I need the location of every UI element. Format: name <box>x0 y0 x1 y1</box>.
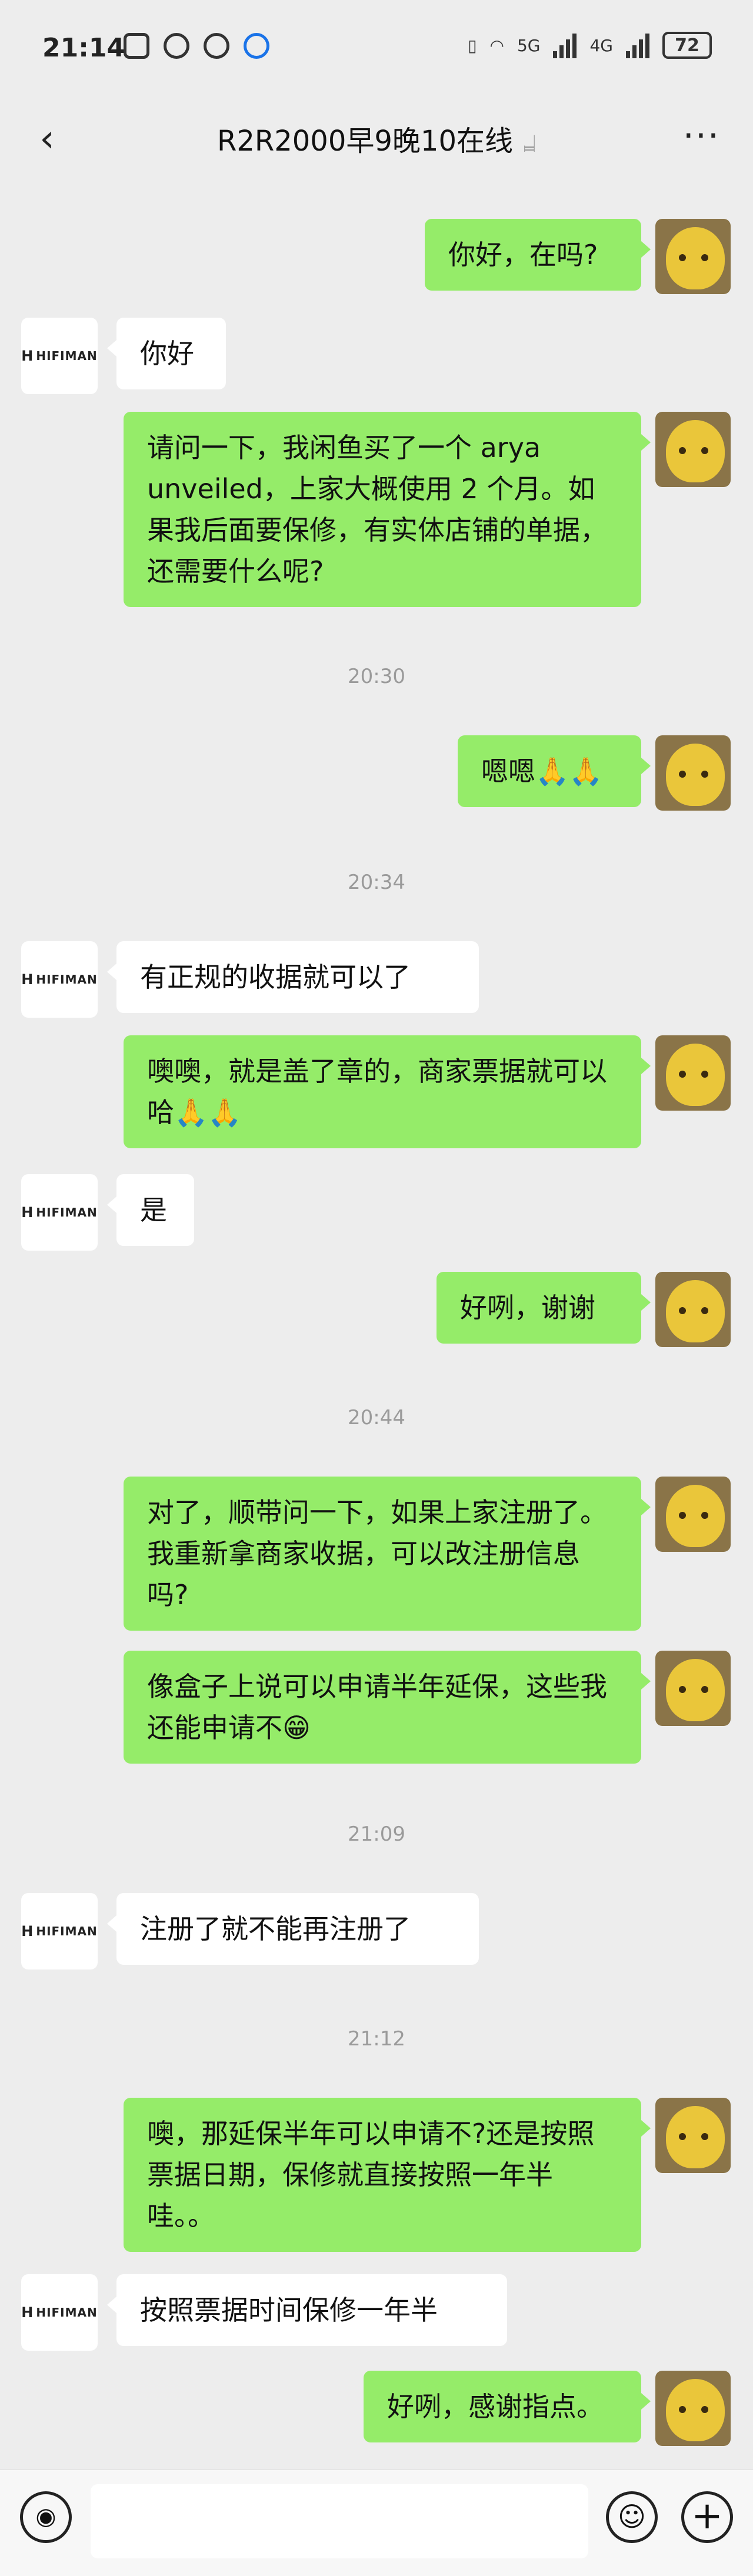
signal-icon-2 <box>626 32 649 58</box>
brand-logo-text: HIFIMAN <box>36 1205 98 1219</box>
status-right-icons: ▯ ◠ 5G 4G 72 <box>468 32 712 59</box>
battery-icon: 72 <box>662 32 712 59</box>
avatar[interactable]: H HIFIMAN <box>21 1893 98 1970</box>
status-left-icons <box>124 33 269 59</box>
timestamp: 21:12 <box>348 2027 405 2051</box>
signal-icon <box>553 32 577 58</box>
battery-level: 72 <box>675 35 699 56</box>
message-bubble[interactable]: 你好 <box>107 318 226 389</box>
alarm-icon <box>164 33 189 59</box>
brand-logo-text: HIFIMAN <box>36 349 98 363</box>
avatar[interactable] <box>655 412 731 487</box>
message-bubble[interactable]: 嗯嗯🙏🙏 <box>458 735 651 807</box>
avatar[interactable] <box>655 2098 731 2173</box>
more-icon[interactable]: ··· <box>683 115 720 156</box>
status-time: 21:14 <box>42 33 125 63</box>
message-bubble[interactable]: 噢噢，就是盖了章的，商家票据就可以哈🙏🙏 <box>124 1035 651 1148</box>
avatar[interactable] <box>655 1035 731 1111</box>
avatar[interactable]: H HIFIMAN <box>21 318 98 394</box>
wifi-icon: ◠ <box>489 35 504 55</box>
avatar[interactable]: H HIFIMAN <box>21 2274 98 2351</box>
brand-logo-mark: H <box>21 2304 34 2321</box>
emoji-icon[interactable]: ☺ <box>606 2491 658 2543</box>
title-bar: ‹ R2R2000早9晚10在线 𝆶 ··· <box>0 104 753 179</box>
message-bubble[interactable]: 对了，顺带问一下，如果上家注册了。我重新拿商家收据，可以改注册信息吗? <box>124 1477 651 1631</box>
plus-icon[interactable]: + <box>681 2491 733 2543</box>
timestamp: 20:44 <box>348 1406 405 1429</box>
ear-icon: 𝆶 <box>524 129 537 156</box>
avatar[interactable]: H HIFIMAN <box>21 941 98 1018</box>
message-bubble[interactable]: 像盒子上说可以申请半年延保，这些我还能申请不😁 <box>124 1651 651 1764</box>
avatar[interactable] <box>655 2371 731 2446</box>
message-bubble[interactable]: 注册了就不能再注册了 <box>107 1893 479 1965</box>
timestamp: 20:30 <box>348 665 405 688</box>
nfc-icon <box>124 33 149 59</box>
chat-title-wrap: R2R2000早9晚10在线 𝆶 <box>0 118 753 159</box>
vibrate-icon: ▯ <box>468 35 477 55</box>
status-bar: 21:14 ▯ ◠ 5G 4G 72 <box>0 0 753 104</box>
message-bubble[interactable]: 按照票据时间保修一年半 <box>107 2274 507 2346</box>
timestamp: 20:34 <box>348 871 405 894</box>
brand-logo-mark: H <box>21 1923 34 1940</box>
brand-logo-text: HIFIMAN <box>36 972 98 987</box>
brand-logo-mark: H <box>21 348 34 364</box>
avatar[interactable] <box>655 735 731 811</box>
message-bubble[interactable]: 好咧，谢谢 <box>437 1272 651 1344</box>
brand-logo-mark: H <box>21 1204 34 1221</box>
avatar[interactable] <box>655 1651 731 1726</box>
input-bar: ◉ ☺ + <box>0 2470 753 2576</box>
chat-icon <box>204 33 229 59</box>
message-bubble[interactable]: 噢，那延保半年可以申请不?还是按照票据日期，保修就直接按照一年半哇。。 <box>124 2098 651 2252</box>
avatar[interactable] <box>655 219 731 294</box>
message-bubble[interactable]: 是 <box>107 1174 194 1246</box>
chat-title: R2R2000早9晚10在线 <box>216 125 514 158</box>
message-bubble[interactable]: 有正规的收据就可以了 <box>107 941 479 1013</box>
app-icon <box>244 33 269 59</box>
brand-logo-mark: H <box>21 971 34 988</box>
message-input[interactable] <box>91 2484 588 2558</box>
brand-logo-text: HIFIMAN <box>36 2305 98 2320</box>
message-bubble[interactable]: 你好，在吗? <box>425 219 651 291</box>
net1-label: 5G <box>517 35 541 55</box>
avatar[interactable]: H HIFIMAN <box>21 1174 98 1251</box>
net2-label: 4G <box>589 35 613 55</box>
avatar[interactable] <box>655 1272 731 1347</box>
brand-logo-text: HIFIMAN <box>36 1924 98 1938</box>
message-bubble[interactable]: 好咧，感谢指点。 <box>364 2371 651 2442</box>
voice-icon[interactable]: ◉ <box>20 2491 72 2543</box>
avatar[interactable] <box>655 1477 731 1552</box>
timestamp: 21:09 <box>348 1822 405 1846</box>
message-bubble[interactable]: 请问一下，我闲鱼买了一个 arya unveiled，上家大概使用 2 个月。如… <box>124 412 651 607</box>
